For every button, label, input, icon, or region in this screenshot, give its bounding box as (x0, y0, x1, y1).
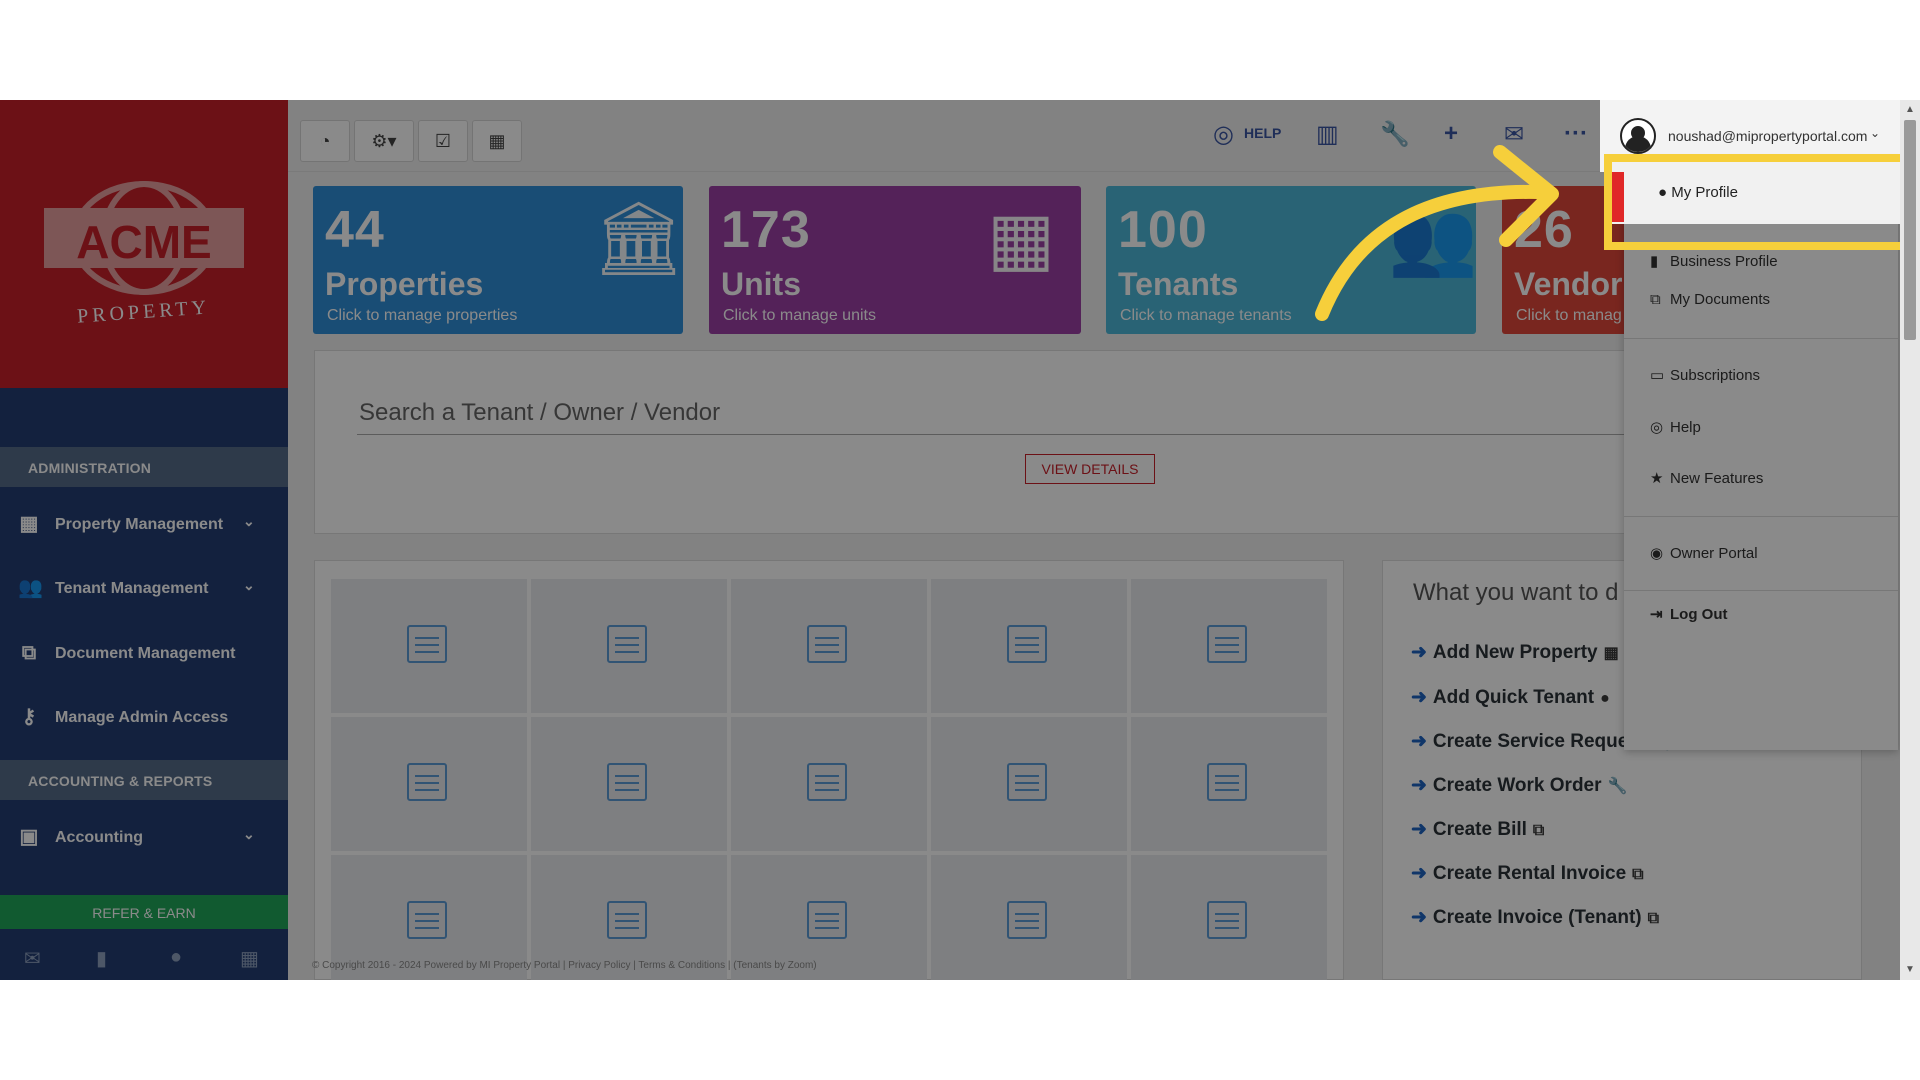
chevron-down-icon: ⌄ (1870, 126, 1881, 140)
scroll-thumb[interactable] (1904, 120, 1916, 340)
user-email: noushad@mipropertyportal.com (1668, 128, 1868, 144)
highlight-box (1604, 154, 1920, 250)
scroll-down-icon[interactable]: ▼ (1904, 964, 1916, 975)
scroll-up-icon[interactable]: ▲ (1904, 104, 1916, 115)
avatar (1620, 118, 1656, 154)
scrollbar[interactable]: ▲ ▼ (1900, 100, 1920, 980)
app-window: ACME PROPERTY ADMINISTRATION ▦ Property … (0, 100, 1920, 980)
